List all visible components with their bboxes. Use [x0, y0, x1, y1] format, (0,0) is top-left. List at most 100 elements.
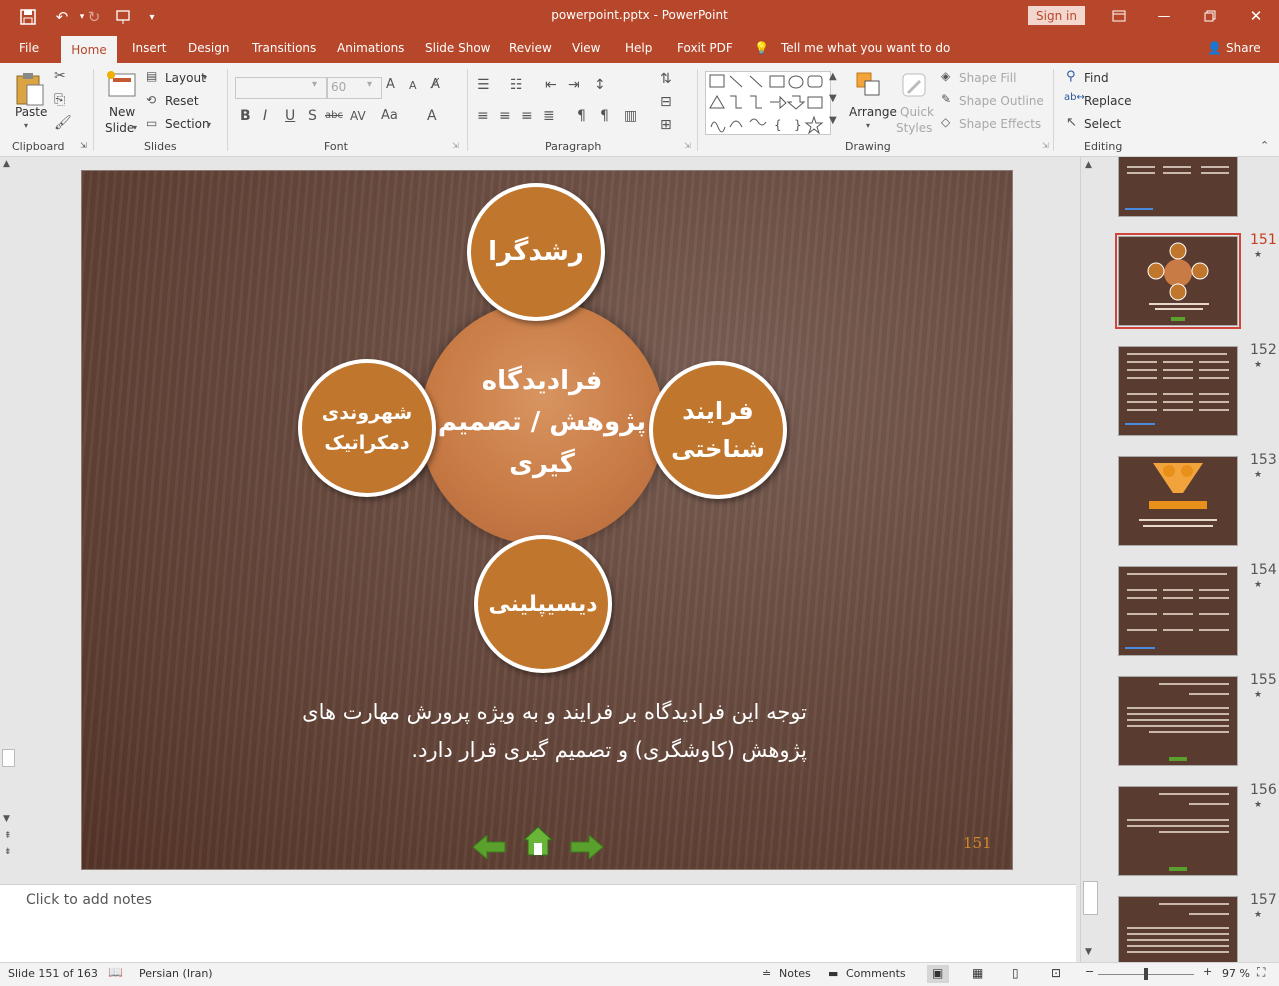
- minimize-icon[interactable]: —: [1151, 6, 1177, 26]
- quick-styles-button[interactable]: Styles: [896, 121, 932, 135]
- scroll-down-icon[interactable]: ▼: [3, 814, 10, 824]
- restore-icon[interactable]: [1197, 6, 1223, 26]
- tab-slide-show[interactable]: Slide Show: [425, 41, 490, 55]
- left-scrollbar[interactable]: ▲ ▼ ⇞ ⇟: [0, 157, 16, 862]
- tab-transitions[interactable]: Transitions: [252, 41, 316, 55]
- scroll-down-icon[interactable]: ▼: [1085, 947, 1092, 957]
- thumbnail-150[interactable]: [1118, 157, 1238, 217]
- shadow-icon[interactable]: S: [308, 108, 317, 124]
- paste-dropdown-icon[interactable]: ▾: [24, 121, 28, 130]
- thumbnail-157[interactable]: [1118, 896, 1238, 962]
- shape-fill-button[interactable]: Shape Fill: [959, 71, 1016, 85]
- language-indicator[interactable]: Persian (Iran): [139, 967, 213, 980]
- sign-in-button[interactable]: Sign in: [1028, 6, 1085, 25]
- shapes-scroll-up-icon[interactable]: ▲: [829, 71, 837, 82]
- format-painter-icon[interactable]: 🖌: [54, 115, 72, 131]
- thumbnail-153[interactable]: [1118, 456, 1238, 546]
- right-circle[interactable]: فرایند شناختی: [649, 361, 787, 499]
- font-launcher-icon[interactable]: ⇲: [452, 141, 459, 150]
- layout-dropdown-icon[interactable]: ▾: [203, 73, 207, 82]
- text-direction-icon[interactable]: ⇅: [660, 71, 672, 87]
- decrease-indent-icon[interactable]: ⇤: [545, 77, 557, 93]
- forward-arrow-icon[interactable]: [569, 833, 604, 862]
- line-spacing-icon[interactable]: ↕: [594, 77, 606, 93]
- character-spacing-icon[interactable]: AV: [350, 109, 366, 123]
- notes-button[interactable]: Notes: [779, 967, 811, 980]
- zoom-in-icon[interactable]: +: [1203, 965, 1212, 978]
- zoom-slider-thumb[interactable]: [1144, 968, 1148, 980]
- ribbon-display-icon[interactable]: [1106, 6, 1132, 26]
- tab-view[interactable]: View: [572, 41, 600, 55]
- tab-home[interactable]: Home: [61, 36, 117, 63]
- section-button[interactable]: Section: [165, 117, 210, 131]
- font-name-dropdown-icon[interactable]: ▾: [312, 79, 317, 90]
- tab-animations[interactable]: Animations: [337, 41, 404, 55]
- paragraph-launcher-icon[interactable]: ⇲: [684, 141, 691, 150]
- tell-me-search[interactable]: Tell me what you want to do: [781, 41, 950, 55]
- copy-icon[interactable]: ⎘: [54, 92, 65, 108]
- clipboard-launcher-icon[interactable]: ⇲: [80, 141, 87, 150]
- slide-canvas[interactable]: فرادیدگاه پژوهش / تصمیم گیری رشدگرا فرای…: [81, 170, 1013, 870]
- increase-indent-icon[interactable]: ⇥: [568, 77, 580, 93]
- tab-design[interactable]: Design: [188, 41, 229, 55]
- new-slide-icon[interactable]: [105, 70, 137, 104]
- zoom-level[interactable]: 97 %: [1222, 967, 1250, 980]
- decrease-font-icon[interactable]: A: [409, 79, 417, 92]
- thumbnail-154[interactable]: [1118, 566, 1238, 656]
- slide-sorter-icon[interactable]: ▦: [972, 966, 983, 980]
- italic-icon[interactable]: I: [263, 108, 267, 124]
- select-button[interactable]: Select: [1084, 117, 1121, 131]
- bottom-circle[interactable]: دیسیپلینی: [474, 535, 612, 673]
- center-icon[interactable]: ≡: [499, 108, 511, 124]
- shapes-gallery[interactable]: {}: [705, 71, 831, 135]
- new-slide-button[interactable]: Slide: [105, 121, 134, 135]
- arrange-dropdown-icon[interactable]: ▾: [866, 121, 870, 130]
- align-right-icon[interactable]: ≡: [521, 108, 533, 124]
- top-circle[interactable]: رشدگرا: [467, 183, 605, 321]
- quick-styles-label[interactable]: Quick: [900, 105, 934, 119]
- spelling-check-icon[interactable]: 📖: [108, 965, 123, 979]
- rtl-icon[interactable]: ¶: [600, 108, 609, 124]
- collapse-ribbon-icon[interactable]: ⌃: [1260, 139, 1269, 152]
- smartart-icon[interactable]: ⊞: [660, 117, 672, 133]
- ltr-icon[interactable]: ¶: [577, 108, 586, 124]
- zoom-out-icon[interactable]: −: [1085, 965, 1094, 978]
- home-icon[interactable]: [522, 825, 554, 860]
- underline-icon[interactable]: U: [285, 108, 295, 124]
- columns-icon[interactable]: ▥: [624, 108, 637, 124]
- strikethrough-icon[interactable]: abc: [325, 110, 343, 121]
- tab-file[interactable]: File: [19, 41, 39, 55]
- find-button[interactable]: Find: [1084, 71, 1109, 85]
- shape-outline-button[interactable]: Shape Outline: [959, 94, 1044, 108]
- paste-button[interactable]: Paste: [15, 105, 47, 119]
- next-slide-icon[interactable]: ⇟: [4, 847, 12, 857]
- section-dropdown-icon[interactable]: ▾: [207, 120, 211, 129]
- increase-font-icon[interactable]: A: [386, 77, 395, 92]
- back-arrow-icon[interactable]: [472, 833, 507, 862]
- align-left-icon[interactable]: ≡: [477, 108, 489, 124]
- share-button[interactable]: Share: [1226, 41, 1261, 55]
- shape-effects-button[interactable]: Shape Effects: [959, 117, 1041, 131]
- fit-to-window-icon[interactable]: ⛶: [1257, 965, 1265, 980]
- previous-slide-icon[interactable]: ⇞: [4, 831, 12, 841]
- tab-insert[interactable]: Insert: [132, 41, 166, 55]
- scroll-up-icon[interactable]: ▲: [3, 159, 10, 169]
- layout-button[interactable]: Layout: [165, 71, 206, 85]
- tab-help[interactable]: Help: [625, 41, 652, 55]
- drawing-launcher-icon[interactable]: ⇲: [1042, 141, 1049, 150]
- bullets-icon[interactable]: ☰: [477, 77, 490, 93]
- slide-body-text[interactable]: توجه این فرادیدگاه بر فرایند و به ویژه پ…: [282, 693, 807, 769]
- cut-icon[interactable]: ✂: [54, 68, 66, 84]
- replace-button[interactable]: Replace: [1084, 94, 1131, 108]
- shapes-scroll-down-icon[interactable]: ▼: [829, 93, 837, 104]
- scroll-thumb[interactable]: [2, 749, 15, 767]
- change-case-icon[interactable]: Aa: [381, 108, 398, 123]
- scroll-up-icon[interactable]: ▲: [1085, 160, 1092, 170]
- thumbnail-151[interactable]: [1118, 236, 1238, 326]
- font-size-dropdown-icon[interactable]: ▾: [367, 79, 372, 90]
- notes-placeholder[interactable]: Click to add notes: [26, 892, 152, 908]
- tab-review[interactable]: Review: [509, 41, 552, 55]
- new-slide-label[interactable]: New: [109, 105, 135, 119]
- arrange-button[interactable]: Arrange: [849, 105, 897, 119]
- notes-pane[interactable]: Click to add notes: [0, 884, 1076, 963]
